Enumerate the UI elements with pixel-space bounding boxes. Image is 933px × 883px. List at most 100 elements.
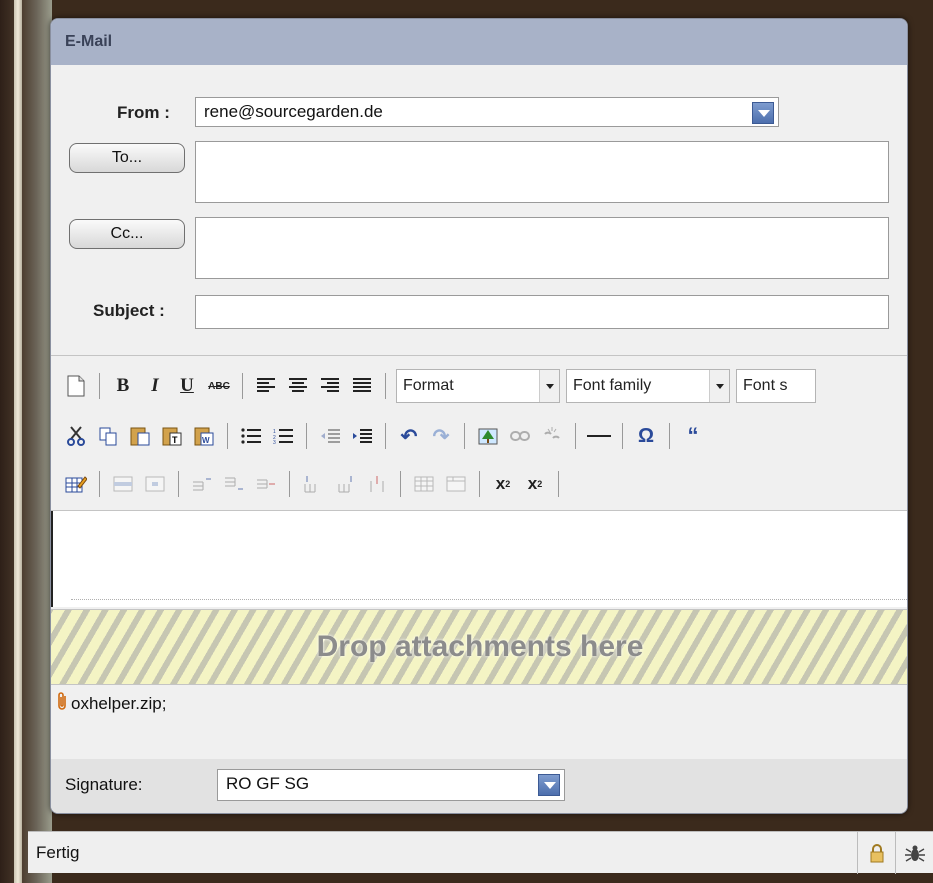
blockquote-icon[interactable]: “ bbox=[680, 423, 706, 449]
insert-image-icon[interactable] bbox=[475, 423, 501, 449]
signature-select[interactable]: RO GF SG bbox=[217, 769, 565, 801]
to-button[interactable]: To... bbox=[69, 143, 185, 173]
message-editor[interactable] bbox=[51, 511, 907, 607]
toolbar-separator bbox=[99, 373, 100, 399]
subject-label: Subject : bbox=[93, 301, 165, 320]
indent-icon[interactable] bbox=[349, 423, 375, 449]
subject-field[interactable] bbox=[195, 295, 889, 329]
toolbar-separator bbox=[479, 471, 480, 497]
toolbar-row-3: x2 x2 bbox=[63, 466, 563, 502]
chevron-down-icon[interactable] bbox=[709, 370, 729, 402]
toolbar-separator bbox=[99, 471, 100, 497]
status-text: Fertig bbox=[36, 842, 80, 862]
insert-col-before-icon[interactable] bbox=[300, 471, 326, 497]
toolbar-separator bbox=[622, 423, 623, 449]
italic-icon[interactable]: I bbox=[142, 373, 168, 399]
paste-icon[interactable] bbox=[127, 423, 153, 449]
signature-value: RO GF SG bbox=[226, 774, 310, 793]
browser-statusbar: Fertig bbox=[28, 831, 933, 874]
font-size-select[interactable]: Font s bbox=[736, 369, 816, 403]
align-left-icon[interactable] bbox=[253, 373, 279, 399]
bullet-list-icon[interactable] bbox=[238, 423, 264, 449]
lock-icon[interactable] bbox=[857, 832, 895, 874]
insert-row-before-icon[interactable] bbox=[189, 471, 215, 497]
bug-icon[interactable] bbox=[895, 832, 933, 874]
toolbar-separator bbox=[669, 423, 670, 449]
svg-text:T: T bbox=[172, 435, 178, 445]
link-icon[interactable] bbox=[507, 423, 533, 449]
cc-button[interactable]: Cc... bbox=[69, 219, 185, 249]
align-justify-icon[interactable] bbox=[349, 373, 375, 399]
subscript-icon[interactable]: x2 bbox=[490, 471, 516, 497]
table-row-props-icon[interactable] bbox=[110, 471, 136, 497]
delete-col-icon[interactable] bbox=[364, 471, 390, 497]
redo-icon[interactable]: ↷ bbox=[428, 423, 454, 449]
align-center-icon[interactable] bbox=[285, 373, 311, 399]
email-dialog: E-Mail From : rene@sourcegarden.de To...… bbox=[50, 18, 908, 814]
paste-word-icon[interactable]: W bbox=[191, 423, 217, 449]
dialog-title: E-Mail bbox=[65, 33, 113, 50]
bold-icon[interactable]: B bbox=[110, 373, 136, 399]
paste-text-icon[interactable]: T bbox=[159, 423, 185, 449]
toolbar-separator bbox=[558, 471, 559, 497]
toolbar-row-1: B I U ABC Format Font family Font s bbox=[63, 368, 816, 404]
superscript-icon[interactable]: x2 bbox=[522, 471, 548, 497]
from-label: From : bbox=[117, 103, 170, 122]
new-document-icon[interactable] bbox=[63, 373, 89, 399]
dialog-titlebar[interactable]: E-Mail bbox=[51, 19, 907, 65]
svg-text:W: W bbox=[202, 436, 210, 445]
font-size-select-label: Font s bbox=[743, 377, 788, 394]
signature-bar: Signature: RO GF SG bbox=[51, 759, 907, 813]
from-select[interactable]: rene@sourcegarden.de bbox=[195, 97, 779, 127]
toolbar-separator bbox=[289, 471, 290, 497]
from-value: rene@sourcegarden.de bbox=[204, 102, 383, 121]
toolbar-row-2: T W 123 ↶ ↷ Ω “ bbox=[63, 418, 706, 454]
dropzone-text: Drop attachments here bbox=[316, 630, 644, 663]
horizontal-rule-icon[interactable] bbox=[586, 423, 612, 449]
toolbar-separator bbox=[575, 423, 576, 449]
split-cells-icon[interactable] bbox=[411, 471, 437, 497]
copy-icon[interactable] bbox=[95, 423, 121, 449]
editor-divider bbox=[71, 599, 907, 600]
chevron-down-icon[interactable] bbox=[539, 370, 559, 402]
insert-row-after-icon[interactable] bbox=[221, 471, 247, 497]
attachment-dropzone[interactable]: Drop attachments here bbox=[51, 609, 907, 685]
attachment-filename[interactable]: oxhelper.zip; bbox=[71, 694, 166, 714]
cut-icon[interactable] bbox=[63, 423, 89, 449]
toolbar-separator bbox=[400, 471, 401, 497]
underline-icon[interactable]: U bbox=[174, 373, 200, 399]
desktop-background bbox=[0, 0, 52, 883]
toolbar-separator bbox=[464, 423, 465, 449]
toolbar-separator bbox=[385, 373, 386, 399]
paperclip-icon bbox=[57, 691, 69, 716]
strikethrough-icon[interactable]: ABC bbox=[206, 373, 232, 399]
format-select-label: Format bbox=[403, 377, 454, 394]
undo-icon[interactable]: ↶ bbox=[396, 423, 422, 449]
delete-row-icon[interactable] bbox=[253, 471, 279, 497]
toolbar-separator bbox=[178, 471, 179, 497]
toolbar-separator bbox=[242, 373, 243, 399]
outdent-icon[interactable] bbox=[317, 423, 343, 449]
cc-field[interactable] bbox=[195, 217, 889, 279]
merge-cells-icon[interactable] bbox=[443, 471, 469, 497]
edit-table-icon[interactable] bbox=[63, 471, 89, 497]
unlink-icon[interactable] bbox=[539, 423, 565, 449]
font-family-select[interactable]: Font family bbox=[566, 369, 730, 403]
align-right-icon[interactable] bbox=[317, 373, 343, 399]
special-character-icon[interactable]: Ω bbox=[633, 423, 659, 449]
chevron-down-icon[interactable] bbox=[752, 102, 774, 124]
to-field[interactable] bbox=[195, 141, 889, 203]
chevron-down-icon[interactable] bbox=[538, 774, 560, 796]
insert-col-after-icon[interactable] bbox=[332, 471, 358, 497]
editor-toolbar: B I U ABC Format Font family Font s T W … bbox=[51, 355, 907, 511]
numbered-list-icon[interactable]: 123 bbox=[270, 423, 296, 449]
toolbar-separator bbox=[306, 423, 307, 449]
toolbar-separator bbox=[385, 423, 386, 449]
table-cell-props-icon[interactable] bbox=[142, 471, 168, 497]
toolbar-separator bbox=[227, 423, 228, 449]
status-icons bbox=[857, 832, 933, 874]
attachment-list: oxhelper.zip; bbox=[57, 691, 166, 716]
format-select[interactable]: Format bbox=[396, 369, 560, 403]
svg-text:3: 3 bbox=[273, 440, 276, 444]
signature-label: Signature: bbox=[65, 775, 143, 794]
